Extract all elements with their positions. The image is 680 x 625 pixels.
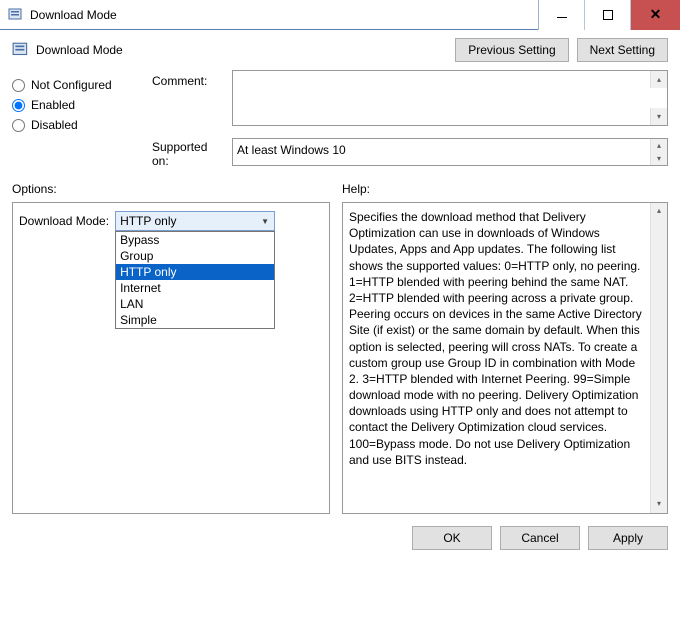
maximize-button[interactable] <box>584 0 630 30</box>
scroll-down-icon[interactable] <box>650 108 667 125</box>
radio-disabled-input[interactable] <box>12 119 25 132</box>
title-bar: Download Mode ✕ <box>0 0 680 30</box>
radio-not-configured-label: Not Configured <box>31 78 112 92</box>
scrollbar-track[interactable] <box>650 220 667 496</box>
state-radio-group: Not Configured Enabled Disabled <box>12 70 152 176</box>
scroll-up-icon[interactable] <box>650 71 667 88</box>
download-mode-label: Download Mode: <box>19 214 109 228</box>
download-mode-dropdown-list[interactable]: BypassGroupHTTP onlyInternetLANSimple <box>115 231 275 329</box>
supported-on-label: Supported on: <box>152 140 232 168</box>
scroll-down-icon[interactable] <box>650 152 667 165</box>
radio-not-configured[interactable]: Not Configured <box>12 78 152 92</box>
combo-option[interactable]: HTTP only <box>116 264 274 280</box>
download-mode-combobox[interactable]: HTTP only ▼ BypassGroupHTTP onlyInternet… <box>115 211 275 231</box>
dialog-button-row: OK Cancel Apply <box>0 514 680 550</box>
download-mode-selected: HTTP only <box>120 214 176 228</box>
close-button[interactable]: ✕ <box>630 0 680 30</box>
radio-disabled[interactable]: Disabled <box>12 118 152 132</box>
comment-field[interactable] <box>232 70 668 126</box>
policy-icon <box>12 41 30 59</box>
comment-label: Comment: <box>152 74 232 88</box>
radio-not-configured-input[interactable] <box>12 79 25 92</box>
options-heading: Options: <box>12 182 330 196</box>
radio-disabled-label: Disabled <box>31 118 78 132</box>
comment-value <box>237 75 649 123</box>
app-icon <box>8 7 24 23</box>
help-panel: Specifies the download method that Deliv… <box>342 202 668 514</box>
supported-on-value: At least Windows 10 <box>237 143 649 163</box>
combo-option[interactable]: Bypass <box>116 232 274 248</box>
scroll-up-icon[interactable] <box>650 203 667 220</box>
page-title: Download Mode <box>36 43 123 57</box>
supported-on-field: At least Windows 10 <box>232 138 668 166</box>
options-panel: Download Mode: HTTP only ▼ BypassGroupHT… <box>12 202 330 514</box>
combo-option[interactable]: Group <box>116 248 274 264</box>
combo-option[interactable]: LAN <box>116 296 274 312</box>
help-heading: Help: <box>342 182 668 196</box>
combo-option[interactable]: Internet <box>116 280 274 296</box>
cancel-button[interactable]: Cancel <box>500 526 580 550</box>
help-text: Specifies the download method that Deliv… <box>349 210 642 467</box>
next-setting-button[interactable]: Next Setting <box>577 38 668 62</box>
minimize-button[interactable] <box>538 0 584 30</box>
scroll-down-icon[interactable] <box>650 496 667 513</box>
window-title: Download Mode <box>30 8 117 22</box>
previous-setting-button[interactable]: Previous Setting <box>455 38 568 62</box>
apply-button[interactable]: Apply <box>588 526 668 550</box>
radio-enabled[interactable]: Enabled <box>12 98 152 112</box>
radio-enabled-input[interactable] <box>12 99 25 112</box>
ok-button[interactable]: OK <box>412 526 492 550</box>
radio-enabled-label: Enabled <box>31 98 75 112</box>
scroll-up-icon[interactable] <box>650 139 667 152</box>
chevron-down-icon: ▼ <box>257 213 273 229</box>
combo-option[interactable]: Simple <box>116 312 274 328</box>
